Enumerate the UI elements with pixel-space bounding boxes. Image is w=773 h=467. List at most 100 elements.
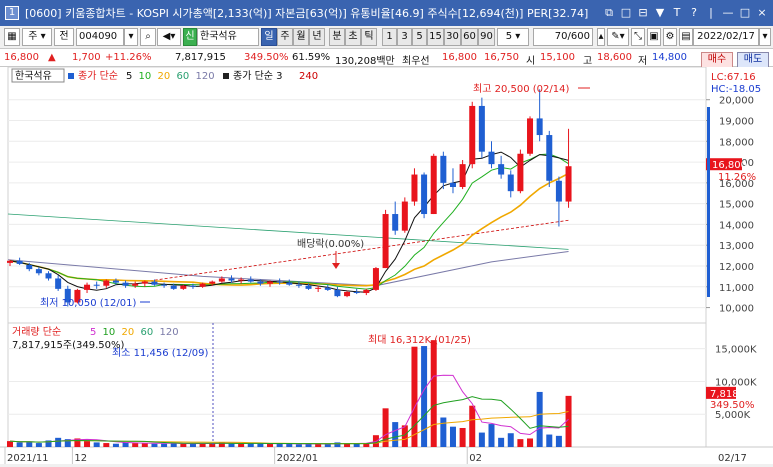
- period-year[interactable]: 년: [309, 28, 325, 46]
- price-tick-label: 13,000: [719, 241, 754, 252]
- candle-body: [112, 280, 119, 283]
- candle-body: [295, 284, 302, 286]
- legend-ma-title: 종가 단순: [78, 70, 118, 82]
- maximize-icon[interactable]: □: [738, 5, 752, 20]
- price-tick-label: 10,000: [719, 304, 754, 315]
- sound-icon[interactable]: ◀▾: [157, 28, 181, 46]
- interval-15[interactable]: 15: [427, 28, 444, 46]
- min-volume-label: 최소 11,456 (12/09): [112, 347, 208, 359]
- candle-body: [170, 285, 177, 289]
- restore-icon[interactable]: ⧉: [602, 5, 616, 20]
- close-icon[interactable]: ×: [755, 5, 769, 20]
- period-week[interactable]: 주: [277, 28, 293, 46]
- candle-body: [344, 291, 351, 297]
- candle-body: [459, 164, 466, 188]
- code-dropdown-icon[interactable]: ▾: [124, 28, 138, 46]
- interval-30[interactable]: 30: [444, 28, 461, 46]
- search-icon[interactable]: ⌕: [140, 28, 156, 46]
- volume-bar: [536, 391, 543, 447]
- legend-ma-period: 120: [196, 71, 215, 82]
- volume-bar: [238, 443, 245, 447]
- legend-swatch: [223, 73, 229, 79]
- date-dropdown-icon[interactable]: ▾: [759, 28, 771, 46]
- period-tick[interactable]: 틱: [361, 28, 377, 46]
- interval-1[interactable]: 1: [382, 28, 397, 46]
- candle-body: [247, 279, 254, 282]
- interval-5[interactable]: 5: [412, 28, 427, 46]
- candle-body: [305, 285, 312, 289]
- chart-area[interactable]: 10,000 11,000 12,000 13,000 14,000 15,000 16,0…: [0, 66, 773, 464]
- legend-volume-period: 60: [141, 327, 154, 338]
- candle-body: [469, 105, 476, 165]
- period-second[interactable]: 초: [345, 28, 361, 46]
- title-bar: 1 [0600] 키움종합차트 - KOSPI 시가총액[2,133(억)] 자…: [0, 0, 773, 26]
- pct-tag-label: 11.26%: [718, 172, 756, 183]
- interval-select[interactable]: 5 ▾: [497, 28, 529, 46]
- box-icon[interactable]: □: [619, 5, 633, 20]
- count-value: 70: [554, 31, 568, 42]
- legend-ma-period: 5: [126, 71, 132, 82]
- candle-body: [546, 135, 553, 181]
- period-minute[interactable]: 분: [329, 28, 345, 46]
- candle-body: [228, 278, 235, 281]
- stock-code-input[interactable]: 004090: [76, 28, 124, 46]
- candle-body: [565, 166, 572, 202]
- market-select[interactable]: 주 ▾: [22, 28, 52, 46]
- high-label: 고: [583, 56, 593, 67]
- x-tick-label: 2022/01: [277, 453, 319, 464]
- volume-bar: [267, 443, 274, 447]
- chart-toolbar: ▦ 주 ▾ 전 004090 ▾ ⌕ ◀▾ 신 한국석유 일 주 월 년 분 초…: [0, 26, 773, 49]
- trade-amount: 130,208백만: [335, 56, 395, 67]
- help-icon[interactable]: ?: [687, 5, 701, 20]
- low-label: 저: [638, 56, 648, 67]
- legend-volume-period: 10: [103, 327, 116, 338]
- save-icon[interactable]: ▣: [647, 28, 661, 46]
- spin-icon[interactable]: ▴: [597, 28, 605, 46]
- interval-60[interactable]: 60: [461, 28, 478, 46]
- volume-tick-label: 15,000K: [715, 345, 757, 356]
- volume-bar: [295, 444, 302, 447]
- volume-bar: [7, 441, 13, 447]
- candle-body: [334, 289, 341, 297]
- grid-icon[interactable]: ▦: [4, 28, 20, 46]
- dropdown-icon[interactable]: ▼: [653, 5, 667, 20]
- settings-icon[interactable]: ⚙: [663, 28, 677, 46]
- legend-volume-period: 5: [90, 327, 96, 338]
- price-tick-label: 15,000: [719, 200, 754, 211]
- market-value: 주: [28, 31, 38, 42]
- buy-button[interactable]: 매수: [701, 52, 733, 68]
- mode-select[interactable]: 전: [54, 28, 74, 46]
- volume-bar: [35, 443, 42, 447]
- calendar-icon[interactable]: ▤: [679, 28, 693, 46]
- candle-body: [103, 280, 110, 286]
- font-icon[interactable]: T: [670, 5, 684, 20]
- volume-bar: [209, 443, 216, 447]
- price-scroll-indicator[interactable]: [707, 107, 710, 297]
- volume-bar: [180, 443, 187, 447]
- count-display[interactable]: 70/600: [533, 28, 593, 46]
- volume-bar: [411, 346, 418, 447]
- sell-button[interactable]: 매도: [737, 52, 769, 68]
- interval-3[interactable]: 3: [397, 28, 412, 46]
- split-icon[interactable]: ⊟: [636, 5, 650, 20]
- volume-bar: [478, 432, 485, 447]
- chart-tool-icon[interactable]: ⤡: [631, 28, 645, 46]
- volume-bar: [84, 441, 91, 447]
- candle-body: [411, 174, 418, 202]
- date-input[interactable]: 2022/02/17: [693, 28, 759, 46]
- tools-icon[interactable]: ✎▾: [607, 28, 629, 46]
- candle-body: [84, 284, 91, 290]
- period-day[interactable]: 일: [261, 28, 277, 46]
- candle-body: [276, 281, 283, 283]
- minimize-icon[interactable]: —: [721, 5, 735, 20]
- candle-body: [35, 269, 42, 274]
- candle-body: [440, 155, 447, 183]
- volume-bar: [555, 435, 562, 447]
- x-last-label: 02/17: [718, 453, 747, 464]
- period-month[interactable]: 월: [293, 28, 309, 46]
- high-price: 18,600: [597, 52, 632, 63]
- interval-90[interactable]: 90: [478, 28, 495, 46]
- candle-body: [478, 105, 485, 152]
- candle-body: [93, 284, 100, 286]
- volume-bar: [449, 426, 456, 447]
